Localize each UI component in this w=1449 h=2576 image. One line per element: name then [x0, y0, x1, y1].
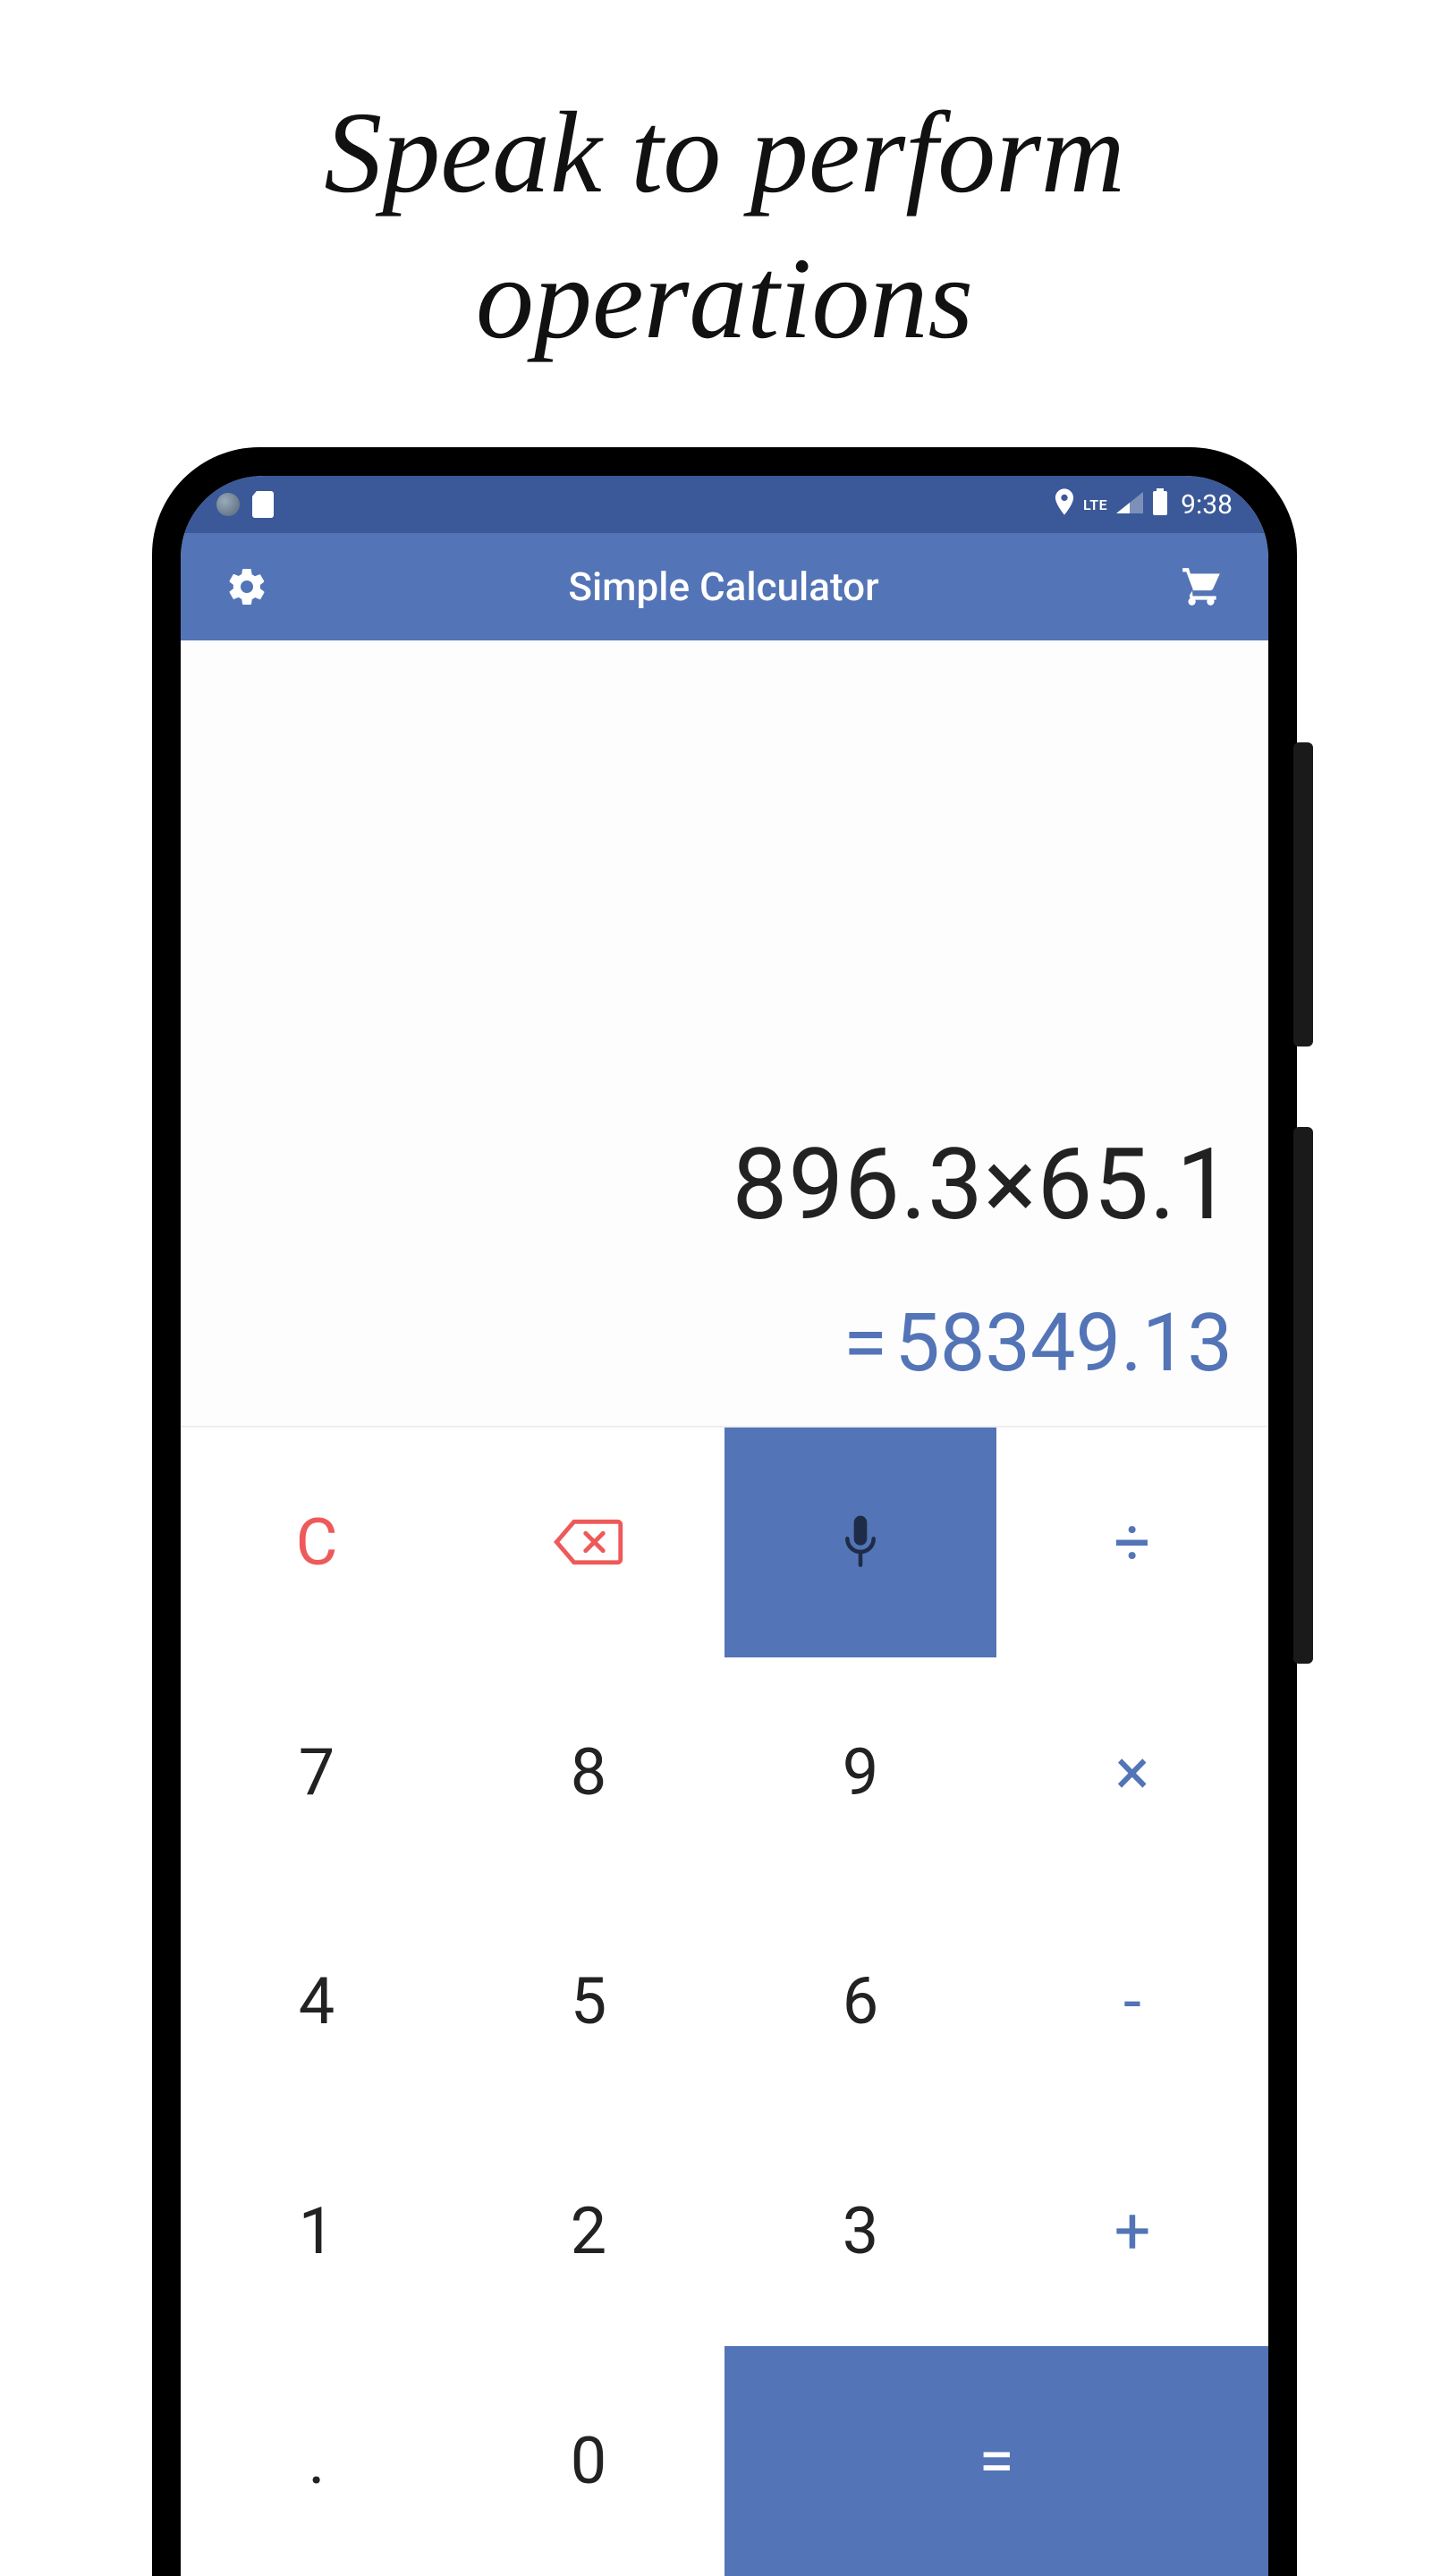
phone-screen: LTE 9:38 Simple Calculator 896.3×65.1 — [181, 476, 1268, 2576]
minus-button[interactable]: - — [996, 1887, 1268, 2117]
keypad: C ÷ 7 8 9 × 4 5 6 - — [181, 1428, 1268, 2576]
status-left — [216, 491, 274, 518]
result-value: 58349.13 — [894, 1296, 1233, 1390]
sd-card-icon — [252, 491, 274, 518]
cart-button[interactable] — [1179, 564, 1224, 609]
status-right: LTE 9:38 — [1055, 488, 1233, 521]
status-orb-icon — [216, 493, 240, 516]
digit-0-button[interactable]: 0 — [453, 2346, 724, 2576]
digit-9-button[interactable]: 9 — [724, 1657, 996, 1887]
multiply-button[interactable]: × — [996, 1657, 1268, 1887]
digit-4-button[interactable]: 4 — [181, 1887, 453, 2117]
voice-input-button[interactable] — [724, 1428, 996, 1657]
plus-button[interactable]: + — [996, 2116, 1268, 2346]
gear-icon — [225, 565, 268, 608]
equals-button[interactable]: = — [724, 2346, 1268, 2576]
phone-side-button — [1293, 1127, 1313, 1664]
result-text: =58349.13 — [843, 1296, 1233, 1390]
signal-icon — [1116, 490, 1143, 520]
network-lte-label: LTE — [1083, 496, 1107, 513]
digit-5-button[interactable]: 5 — [453, 1887, 724, 2117]
status-bar: LTE 9:38 — [181, 476, 1268, 533]
app-bar: Simple Calculator — [181, 533, 1268, 640]
promo-line-2: operations — [0, 226, 1449, 372]
status-time: 9:38 — [1181, 489, 1233, 521]
digit-7-button[interactable]: 7 — [181, 1657, 453, 1887]
location-icon — [1055, 488, 1074, 521]
promo-line-1: Speak to perform — [0, 80, 1449, 226]
digit-8-button[interactable]: 8 — [453, 1657, 724, 1887]
phone-side-button — [1293, 742, 1313, 1046]
promo-heading: Speak to perform operations — [0, 0, 1449, 371]
app-title: Simple Calculator — [568, 564, 878, 610]
result-prefix: = — [843, 1296, 887, 1390]
clear-button[interactable]: C — [181, 1428, 453, 1657]
divide-button[interactable]: ÷ — [996, 1428, 1268, 1657]
backspace-icon — [554, 1518, 623, 1566]
expression-text: 896.3×65.1 — [733, 1127, 1233, 1242]
decimal-button[interactable]: . — [181, 2346, 453, 2576]
phone-frame: LTE 9:38 Simple Calculator 896.3×65.1 — [152, 447, 1297, 2576]
backspace-button[interactable] — [453, 1428, 724, 1657]
settings-button[interactable] — [225, 565, 268, 608]
digit-3-button[interactable]: 3 — [724, 2116, 996, 2346]
cart-icon — [1179, 564, 1224, 609]
digit-2-button[interactable]: 2 — [453, 2116, 724, 2346]
battery-icon — [1152, 488, 1168, 521]
microphone-icon — [841, 1515, 880, 1569]
digit-6-button[interactable]: 6 — [724, 1887, 996, 2117]
calculator-display: 896.3×65.1 =58349.13 — [181, 640, 1268, 1428]
digit-1-button[interactable]: 1 — [181, 2116, 453, 2346]
